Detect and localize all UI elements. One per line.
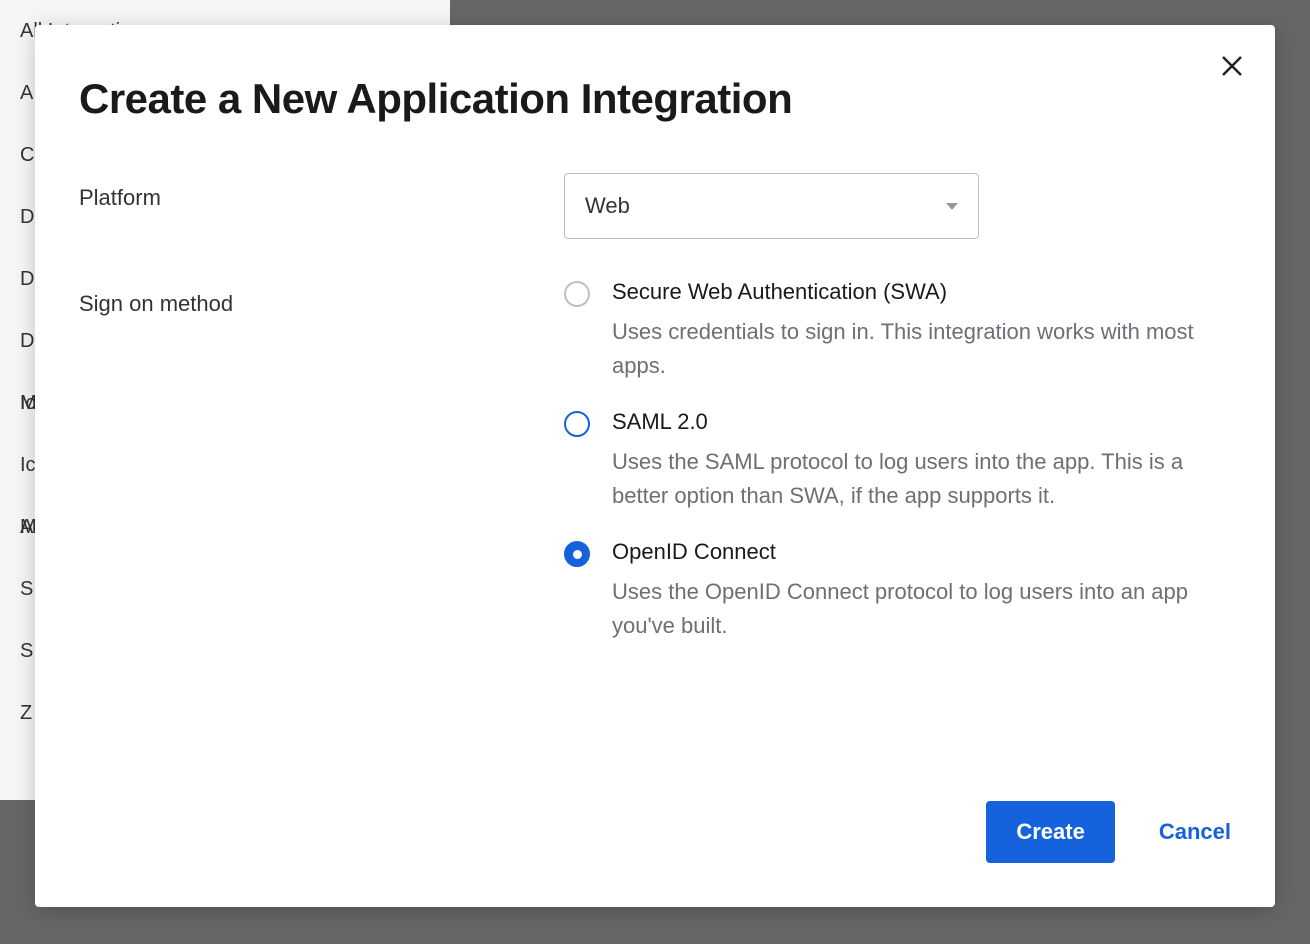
platform-label: Platform bbox=[79, 173, 564, 211]
radio-content: Secure Web Authentication (SWA) Uses cre… bbox=[612, 279, 1231, 383]
create-app-integration-modal: Create a New Application Integration Pla… bbox=[35, 25, 1275, 907]
radio-content: SAML 2.0 Uses the SAML protocol to log u… bbox=[612, 409, 1231, 513]
radio-option-openid[interactable]: OpenID Connect Uses the OpenID Connect p… bbox=[564, 539, 1231, 643]
radio-icon bbox=[564, 281, 590, 307]
platform-select[interactable]: Web bbox=[564, 173, 979, 239]
radio-option-saml[interactable]: SAML 2.0 Uses the SAML protocol to log u… bbox=[564, 409, 1231, 513]
create-button[interactable]: Create bbox=[986, 801, 1114, 863]
radio-icon bbox=[564, 411, 590, 437]
chevron-down-icon bbox=[946, 203, 958, 210]
cancel-button[interactable]: Cancel bbox=[1159, 819, 1231, 845]
radio-title: OpenID Connect bbox=[612, 539, 1231, 565]
platform-row: Platform Web bbox=[79, 173, 1231, 239]
radio-description: Uses credentials to sign in. This integr… bbox=[612, 315, 1231, 383]
radio-title: Secure Web Authentication (SWA) bbox=[612, 279, 1231, 305]
platform-selected-value: Web bbox=[585, 193, 630, 219]
sign-on-method-label: Sign on method bbox=[79, 279, 564, 317]
sign-on-radio-group: Secure Web Authentication (SWA) Uses cre… bbox=[564, 279, 1231, 644]
radio-title: SAML 2.0 bbox=[612, 409, 1231, 435]
close-button[interactable] bbox=[1217, 53, 1247, 83]
modal-footer: Create Cancel bbox=[986, 801, 1231, 863]
close-icon bbox=[1221, 52, 1243, 84]
radio-option-swa[interactable]: Secure Web Authentication (SWA) Uses cre… bbox=[564, 279, 1231, 383]
radio-description: Uses the SAML protocol to log users into… bbox=[612, 445, 1231, 513]
modal-title: Create a New Application Integration bbox=[79, 75, 1231, 123]
sign-on-method-row: Sign on method Secure Web Authentication… bbox=[79, 279, 1231, 644]
radio-icon-selected bbox=[564, 541, 590, 567]
radio-content: OpenID Connect Uses the OpenID Connect p… bbox=[612, 539, 1231, 643]
radio-description: Uses the OpenID Connect protocol to log … bbox=[612, 575, 1231, 643]
